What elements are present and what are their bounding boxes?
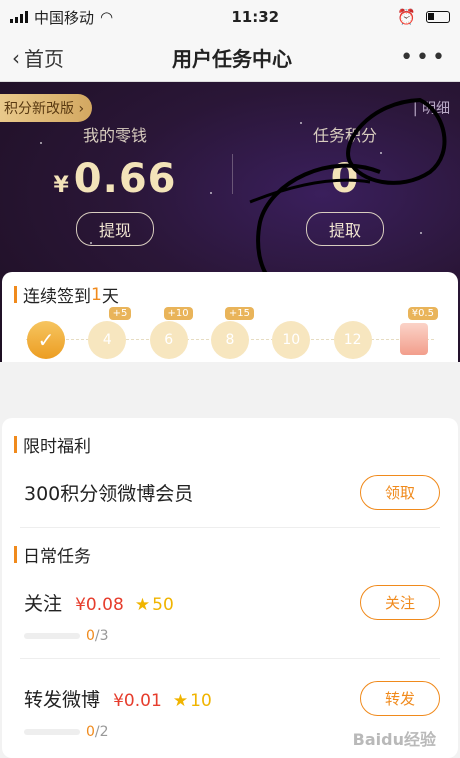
- day-points: 6: [149, 321, 188, 359]
- bonus-tag: +15: [224, 307, 254, 320]
- new-version-badge[interactable]: 积分新改版 ›: [0, 94, 93, 122]
- task-progress: 0/3: [24, 628, 458, 644]
- task-info: 转发微博 ¥0.01 ★ 10: [24, 685, 212, 712]
- signin-day[interactable]: 12 6天: [329, 319, 377, 362]
- progress-total: /3: [94, 628, 109, 644]
- status-bar: 中国移动 ◠ 11:32 ⏰: [0, 0, 460, 34]
- task-item: 关注 ¥0.08 ★ 50 关注 0/3: [2, 567, 458, 658]
- page-title: 用户任务中心: [172, 47, 293, 71]
- status-time: 11:32: [231, 8, 280, 26]
- progress-done: 0: [86, 724, 95, 740]
- progress-bar: [24, 633, 80, 639]
- alarm-icon: ⏰: [397, 8, 416, 26]
- signin-card: 连续签到1天 ✓ 今天 +5 4 2天 +10 6 3天 +15 8 4天: [2, 272, 458, 362]
- limited-title: 限时福利: [2, 418, 458, 457]
- signin-title-num: 1: [91, 284, 102, 305]
- bonus-tag: +10: [163, 307, 193, 320]
- signin-day[interactable]: ✓ 今天: [22, 319, 70, 362]
- limited-task-name: 300积分领微博会员: [24, 482, 194, 505]
- day-points: 8: [210, 321, 249, 359]
- task-points: 50: [152, 595, 174, 615]
- chevron-left-icon: ‹: [12, 45, 20, 70]
- nav-bar: ‹ 首页 用户任务中心 •••: [0, 34, 460, 82]
- signin-day[interactable]: 10 5天: [267, 319, 315, 362]
- currency-symbol: ¥: [53, 173, 70, 198]
- signin-days: ✓ 今天 +5 4 2天 +10 6 3天 +15 8 4天 10 5天: [14, 307, 446, 362]
- progress-bar: [24, 729, 80, 735]
- signin-day[interactable]: +10 6 3天: [145, 307, 193, 362]
- badge-label: 积分新改版: [4, 101, 74, 117]
- battery-icon: [425, 11, 450, 23]
- star-icon: ★: [134, 595, 151, 615]
- task-card: 限时福利 300积分领微博会员 领取 日常任务 关注 ¥0.08 ★ 50 关注 …: [2, 418, 458, 758]
- signin-title-post: 天: [101, 287, 119, 307]
- daily-title: 日常任务: [2, 528, 458, 567]
- task-reward: ¥0.01: [113, 691, 162, 711]
- money-amount: 0.66: [73, 156, 177, 202]
- progress-text: 0/3: [86, 628, 109, 644]
- day-points: 12: [333, 321, 372, 359]
- limited-title-label: 限时福利: [23, 437, 91, 457]
- star-icon: ★: [172, 691, 189, 711]
- signin-day[interactable]: +5 4 2天: [83, 307, 132, 362]
- check-icon: ✓: [27, 321, 65, 359]
- money-column: 我的零钱 ¥0.66 提现: [0, 122, 230, 246]
- column-divider: [232, 154, 233, 194]
- bonus-tag: +5: [108, 307, 132, 320]
- wallet-header: 积分新改版 › | 明细 我的零钱 ¥0.66 提现 任务积分 0 提取 连续签…: [0, 82, 460, 362]
- progress-done: 0: [86, 628, 95, 644]
- status-left: 中国移动 ◠: [10, 7, 113, 28]
- day-points: 10: [272, 321, 311, 359]
- task-name: 转发微博: [24, 689, 101, 711]
- withdraw-button[interactable]: 提现: [75, 212, 154, 246]
- follow-button[interactable]: 关注: [359, 585, 440, 620]
- signin-day[interactable]: ¥0.5 7天: [390, 307, 438, 362]
- task-name: 关注: [24, 593, 63, 615]
- money-value: ¥0.66: [0, 156, 230, 202]
- limited-task-row: 300积分领微博会员 领取: [2, 457, 458, 527]
- bonus-tag: ¥0.5: [407, 307, 438, 320]
- signin-day[interactable]: +15 8 4天: [206, 307, 254, 362]
- money-label: 我的零钱: [82, 126, 147, 145]
- progress-text: 0/2: [86, 724, 109, 740]
- signin-title-pre: 连续签到: [23, 287, 91, 307]
- signal-icon: [10, 11, 28, 23]
- signin-title: 连续签到 1 天: [14, 282, 446, 308]
- task-points: 10: [190, 691, 212, 711]
- back-label: 首页: [24, 47, 64, 71]
- status-right: ⏰: [397, 8, 450, 26]
- claim-button[interactable]: 领取: [359, 474, 440, 510]
- day-points: 4: [88, 321, 127, 359]
- task-row: 转发微博 ¥0.01 ★ 10 转发: [2, 681, 458, 716]
- task-row: 关注 ¥0.08 ★ 50 关注: [2, 585, 458, 620]
- wifi-icon: ◠: [100, 8, 114, 26]
- daily-title-label: 日常任务: [23, 547, 91, 567]
- gift-icon: [399, 323, 428, 355]
- task-reward: ¥0.08: [75, 595, 124, 615]
- repost-button[interactable]: 转发: [359, 681, 440, 716]
- task-info: 关注 ¥0.08 ★ 50: [24, 589, 174, 616]
- more-button[interactable]: •••: [400, 45, 448, 70]
- carrier-label: 中国移动: [34, 8, 95, 27]
- progress-total: /2: [94, 724, 109, 740]
- baidu-watermark: Baidu经验: [352, 730, 436, 749]
- back-button[interactable]: ‹ 首页: [12, 43, 64, 72]
